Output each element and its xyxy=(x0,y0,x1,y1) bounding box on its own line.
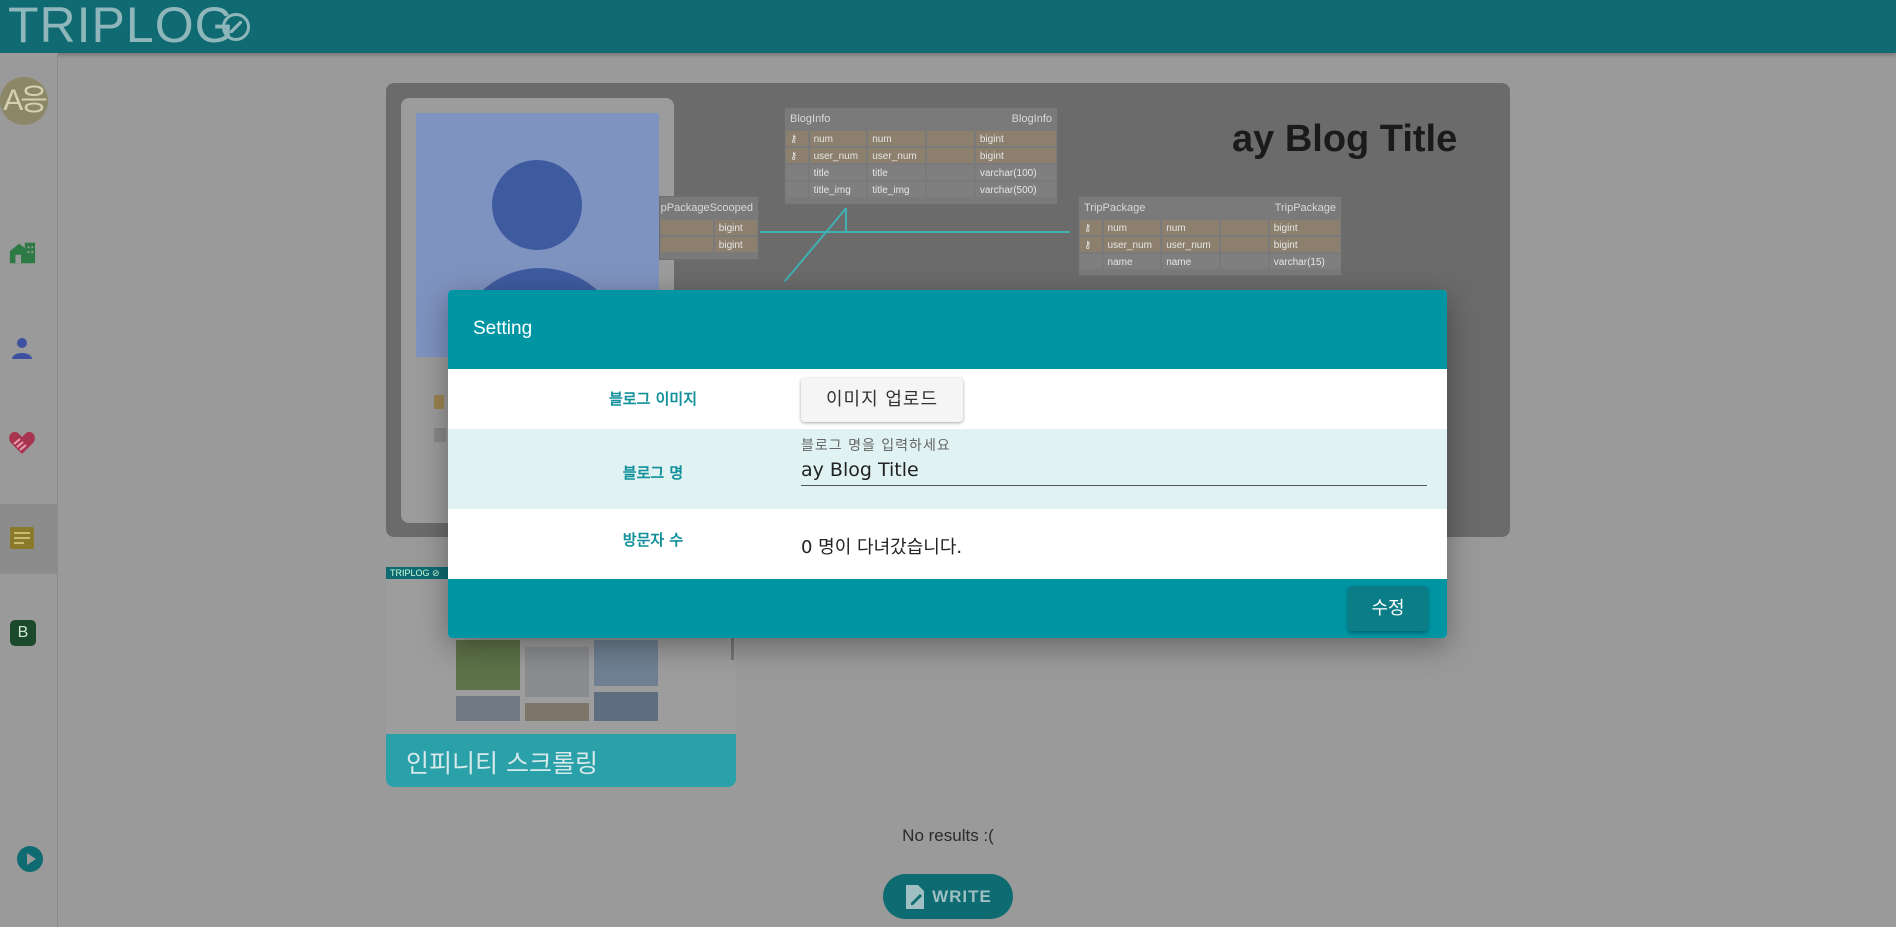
heart-hands-icon[interactable] xyxy=(8,428,36,456)
card-text-fragment xyxy=(434,428,446,442)
app-logo[interactable]: TRIPLOG xyxy=(8,0,234,53)
erd-connector xyxy=(845,208,847,233)
post-thumb-image xyxy=(594,640,658,686)
blog-name-field-label: 블로그 명을 입력하세요 xyxy=(801,438,951,454)
person-icon[interactable] xyxy=(8,334,36,362)
modal-header xyxy=(448,290,1447,369)
profile-head-shape xyxy=(492,160,582,250)
erd-connector xyxy=(760,231,1070,233)
no-results-text: No results :( xyxy=(902,826,994,845)
erd-table-scooped: pPackageScooped bigint bigint xyxy=(659,196,759,260)
save-button[interactable]: 수정 xyxy=(1348,586,1428,631)
post-thumb-image xyxy=(456,640,520,690)
blog-name-label: 블로그 명 xyxy=(622,464,684,482)
post-title[interactable]: 인피니티 스크롤링 xyxy=(406,744,598,780)
modal-title: Setting xyxy=(473,318,533,339)
home-icon[interactable] xyxy=(8,238,36,266)
visitor-count-label: 방문자 수 xyxy=(622,531,684,549)
article-icon[interactable] xyxy=(8,524,36,552)
edit-file-icon xyxy=(906,884,925,909)
card-text-fragment xyxy=(434,395,444,409)
erd-table-trippackage: TripPackage TripPackage ⚷ num num bigint ⚷ us… xyxy=(1078,196,1342,276)
play-icon[interactable] xyxy=(17,846,43,872)
write-button-label: WRITE xyxy=(932,886,992,906)
avatar[interactable]: A응 xyxy=(0,77,48,125)
post-thumb-image xyxy=(456,696,520,721)
sidebar xyxy=(0,53,58,927)
post-thumb-image xyxy=(594,692,658,721)
blog-image-label: 블로그 이미지 xyxy=(608,390,698,408)
b-badge-icon[interactable]: B xyxy=(10,620,36,646)
write-button[interactable]: WRITE xyxy=(883,874,1013,919)
visitor-count-text: 0 명이 다녀갔습니다. xyxy=(801,537,963,558)
blog-name-input[interactable] xyxy=(801,455,1427,486)
post-thumb-logo: TRIPLOG ⊘ xyxy=(390,568,440,578)
banner-title: ay Blog Title xyxy=(1232,118,1458,160)
settings-modal: Setting 블로그 이미지 이미지 업로드 블로그 명 블로그 명을 입력하… xyxy=(448,290,1447,638)
compass-icon[interactable] xyxy=(222,13,250,41)
post-thumb-image xyxy=(525,703,589,721)
erd-table-bloginfo: BlogInfo BlogInfo ⚷ num num bigint ⚷ user_num… xyxy=(784,107,1058,205)
modal-footer xyxy=(448,579,1447,638)
app-header xyxy=(0,0,1896,53)
post-thumb-image xyxy=(525,647,589,697)
image-upload-button[interactable]: 이미지 업로드 xyxy=(801,378,963,422)
